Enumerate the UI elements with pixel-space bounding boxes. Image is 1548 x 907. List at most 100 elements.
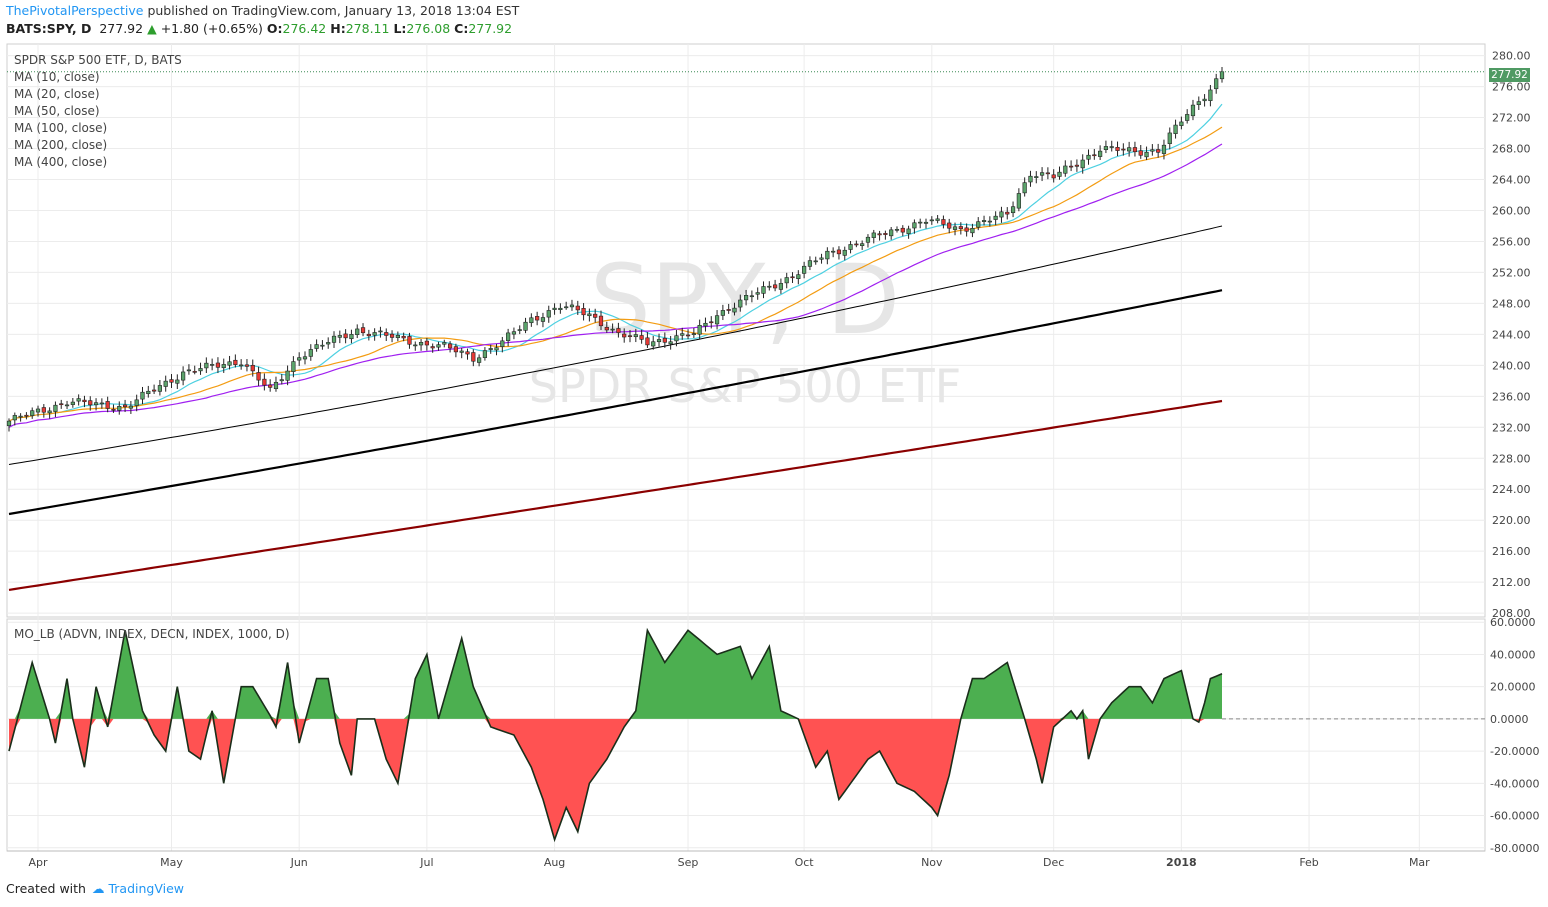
osc-tick-label: 60.0000 [1490,616,1536,629]
candle-body [355,328,360,335]
candle-body [500,340,505,347]
price-tick-label: 268.00 [1492,143,1531,156]
candle-body [1179,121,1184,126]
legend-ma-100: MA (100, close) [14,121,108,135]
price-tick-label: 256.00 [1492,235,1531,248]
price-tick-label: 244.00 [1492,328,1531,341]
candle-body [981,220,987,222]
candle-body [477,357,482,363]
ma-400-line [8,399,1223,591]
candle-body [773,284,778,289]
candle-body [581,308,586,316]
legend-title: SPDR S&P 500 ETF, D, BATS [14,53,182,67]
candle-body [935,218,940,221]
candle-body [575,305,580,311]
candle-body [1057,171,1062,177]
candle-body [825,250,830,260]
candle-body [506,332,511,341]
candle-body [976,221,981,228]
candle-body [999,211,1004,218]
candle-body [169,379,174,383]
osc-tick-label: -80.0000 [1490,842,1539,855]
candle-body [175,379,180,384]
candle-body [471,352,476,362]
candle-body [442,342,447,345]
candle-body [685,334,691,337]
candle-body [645,337,650,346]
candle-body [743,294,749,301]
candle-body [349,334,354,340]
candle-body [1074,164,1080,167]
candle-body [314,344,319,349]
time-tick-label: Dec [1043,856,1064,869]
osc-tick-label: -40.0000 [1490,777,1539,790]
price-tick-label: 224.00 [1492,483,1531,496]
candle-body [436,344,441,348]
candle-body [854,243,859,246]
candle-body [331,335,337,343]
legend-ma-400: MA (400, close) [14,155,108,169]
candle-body [668,341,673,345]
candle-body [842,249,847,256]
candle-body [88,400,93,406]
candle-body [894,229,900,231]
candle-body [1103,146,1109,151]
candle-body [82,399,87,403]
axes: 280.00 276.00 272.00 268.00 264.00 260.00 256.… [7,50,1539,869]
candle-body [836,249,842,255]
candle-body [64,404,70,407]
candle-body [767,285,772,288]
candle-body [709,321,714,324]
candle-body [738,299,743,308]
candle-body [1063,165,1068,174]
candle-body [952,226,958,230]
candle-body [488,348,493,350]
candle-body [99,402,104,405]
candle-body [1039,172,1045,176]
candle-body [807,260,813,267]
price-chart[interactable]: SPY, D SPDR S&P 500 ETF 280.00276.00272.… [0,0,1548,907]
candle-body [761,286,766,294]
candle-body [656,339,662,343]
candle-body [987,220,992,223]
osc-tick-label: -60.0000 [1490,810,1539,823]
candle-body [279,379,284,382]
candle-body [122,404,128,408]
candle-body [703,322,708,327]
candle-body [564,306,569,309]
candle-body [610,328,615,331]
candle-body [186,369,192,372]
candle-body [1045,172,1050,175]
candle-body [778,283,784,290]
candle-body [59,403,64,406]
candle-body [459,350,464,353]
candle-body [343,333,348,339]
candle-body [964,227,969,232]
candle-body [639,335,644,340]
candle-body [30,410,35,416]
candle-body [947,222,952,229]
candle-body [616,328,621,333]
candle-body [239,364,244,367]
candle-body [134,399,139,406]
candle-body [993,215,998,220]
candle-body [384,332,389,336]
candle-body [540,317,546,322]
candle-body [227,361,232,366]
time-tick-label: Sep [678,856,699,869]
candle-body [308,349,313,357]
time-tick-label: 2018 [1166,856,1197,869]
candle-body [1016,193,1021,209]
candle-body [1022,182,1027,194]
candle-body [831,250,836,253]
candle-body [877,233,882,236]
candle-body [192,371,197,373]
candle-body [41,407,46,413]
candle-body [320,344,325,347]
candle-body [395,334,400,338]
candle-body [1150,149,1155,152]
tradingview-link[interactable]: TradingView [108,881,184,896]
legend-ma-200: MA (200, close) [14,138,108,152]
candle-body [593,313,598,318]
candle-body [157,385,163,392]
